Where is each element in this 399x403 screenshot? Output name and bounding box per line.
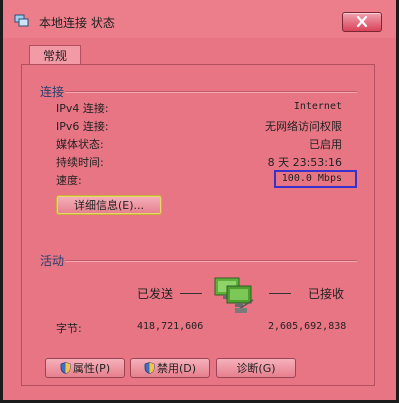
- activity-divider: [65, 260, 357, 262]
- properties-button[interactable]: 属性(P): [45, 358, 125, 378]
- close-icon: [356, 16, 368, 27]
- bytes-received-value: 2,605,692,838: [268, 321, 347, 332]
- received-line: [269, 293, 291, 294]
- uac-shield-icon: [144, 362, 155, 374]
- duration-label: 持续时间:: [56, 156, 104, 169]
- ipv6-value: 无网络访问权限: [265, 120, 342, 133]
- media-state-label: 媒体状态:: [56, 138, 104, 151]
- speed-label: 速度:: [56, 174, 82, 187]
- properties-label: 属性(P): [72, 362, 111, 375]
- sent-label: 已发送: [137, 287, 174, 301]
- network-activity-icon: [214, 277, 254, 313]
- connection-section-label: 连接: [40, 85, 65, 99]
- uac-shield-icon: [60, 362, 71, 374]
- ipv4-value: Internet: [293, 101, 342, 112]
- details-button[interactable]: 详细信息(E)...: [56, 195, 162, 215]
- activity-section-label: 活动: [40, 254, 65, 268]
- ipv4-label: IPv4 连接:: [56, 102, 109, 115]
- disable-label: 禁用(D): [156, 362, 197, 375]
- diagnose-button[interactable]: 诊断(G): [216, 358, 296, 378]
- sent-line: [180, 293, 202, 294]
- close-button[interactable]: [342, 12, 382, 32]
- title-bar: 本地连接 状态: [3, 0, 396, 38]
- ipv6-label: IPv6 连接:: [56, 120, 109, 133]
- connection-divider: [65, 91, 357, 93]
- bytes-label: 字节:: [56, 322, 82, 335]
- window-title: 本地连接 状态: [39, 16, 115, 30]
- status-dialog: 本地连接 状态 常规 连接 IPv4 连接: Internet IPv6 连接:…: [0, 0, 399, 403]
- network-connection-icon: [14, 14, 29, 27]
- duration-value: 8 天 23:53:16: [267, 156, 342, 169]
- speed-highlight-box: [274, 170, 357, 188]
- tab-general[interactable]: 常规: [29, 45, 81, 66]
- media-state-value: 已启用: [309, 138, 342, 151]
- received-label: 已接收: [308, 287, 345, 301]
- bytes-sent-value: 418,721,606: [137, 321, 204, 332]
- disable-button[interactable]: 禁用(D): [130, 358, 210, 378]
